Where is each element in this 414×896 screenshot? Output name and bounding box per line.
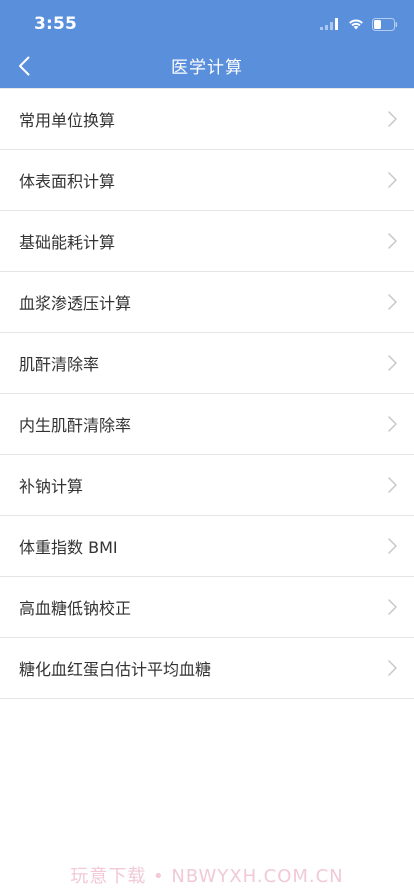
list-item-body-surface-area[interactable]: 体表面积计算 (0, 150, 414, 211)
list-item-label: 体表面积计算 (19, 172, 116, 191)
screen: 3:55 医学计算 常用单位换算 体表面积计算 基础能耗计算 血浆渗透压计算 肌… (0, 0, 414, 896)
list-item-unit-conversion[interactable]: 常用单位换算 (0, 89, 414, 150)
list-item-plasma-osmolality[interactable]: 血浆渗透压计算 (0, 272, 414, 333)
list-item-label: 常用单位换算 (19, 111, 116, 130)
page-title: 医学计算 (171, 58, 243, 78)
cellular-signal-icon (320, 18, 338, 30)
status-time: 3:55 (34, 14, 78, 34)
calculator-list: 常用单位换算 体表面积计算 基础能耗计算 血浆渗透压计算 肌酐清除率 内生肌酐清… (0, 88, 414, 699)
list-item-hba1c-average-glucose[interactable]: 糖化血红蛋白估计平均血糖 (0, 638, 414, 699)
chevron-right-icon (388, 477, 397, 493)
list-item-label: 血浆渗透压计算 (19, 294, 132, 313)
chevron-right-icon (388, 660, 397, 676)
chevron-right-icon (388, 294, 397, 310)
chevron-right-icon (388, 233, 397, 249)
status-icons (320, 16, 398, 32)
chevron-right-icon (388, 416, 397, 432)
chevron-right-icon (388, 355, 397, 371)
list-item-label: 肌酐清除率 (19, 355, 100, 374)
list-item-label: 基础能耗计算 (19, 233, 116, 252)
list-item-creatinine-clearance[interactable]: 肌酐清除率 (0, 333, 414, 394)
nav-bar: 医学计算 (0, 44, 414, 88)
battery-icon (372, 17, 398, 31)
list-item-bmi[interactable]: 体重指数 BMI (0, 516, 414, 577)
list-item-label: 高血糖低钠校正 (19, 599, 132, 618)
list-item-label: 补钠计算 (19, 477, 84, 496)
list-item-label: 糖化血红蛋白估计平均血糖 (19, 660, 212, 679)
list-item-hyperglycemia-sodium-correction[interactable]: 高血糖低钠校正 (0, 577, 414, 638)
list-item-label: 内生肌酐清除率 (19, 416, 132, 435)
header: 3:55 医学计算 (0, 0, 414, 88)
list-item-label: 体重指数 BMI (19, 538, 118, 557)
list-item-basal-energy[interactable]: 基础能耗计算 (0, 211, 414, 272)
list-item-endogenous-creatinine-clearance[interactable]: 内生肌酐清除率 (0, 394, 414, 455)
chevron-right-icon (388, 538, 397, 554)
wifi-icon (349, 19, 363, 30)
list-item-sodium-supplement[interactable]: 补钠计算 (0, 455, 414, 516)
chevron-right-icon (388, 599, 397, 615)
status-bar: 3:55 (0, 0, 414, 44)
watermark: 玩意下载 • NBWYXH.COM.CN (70, 866, 344, 887)
chevron-right-icon (388, 111, 397, 127)
chevron-right-icon (388, 172, 397, 188)
